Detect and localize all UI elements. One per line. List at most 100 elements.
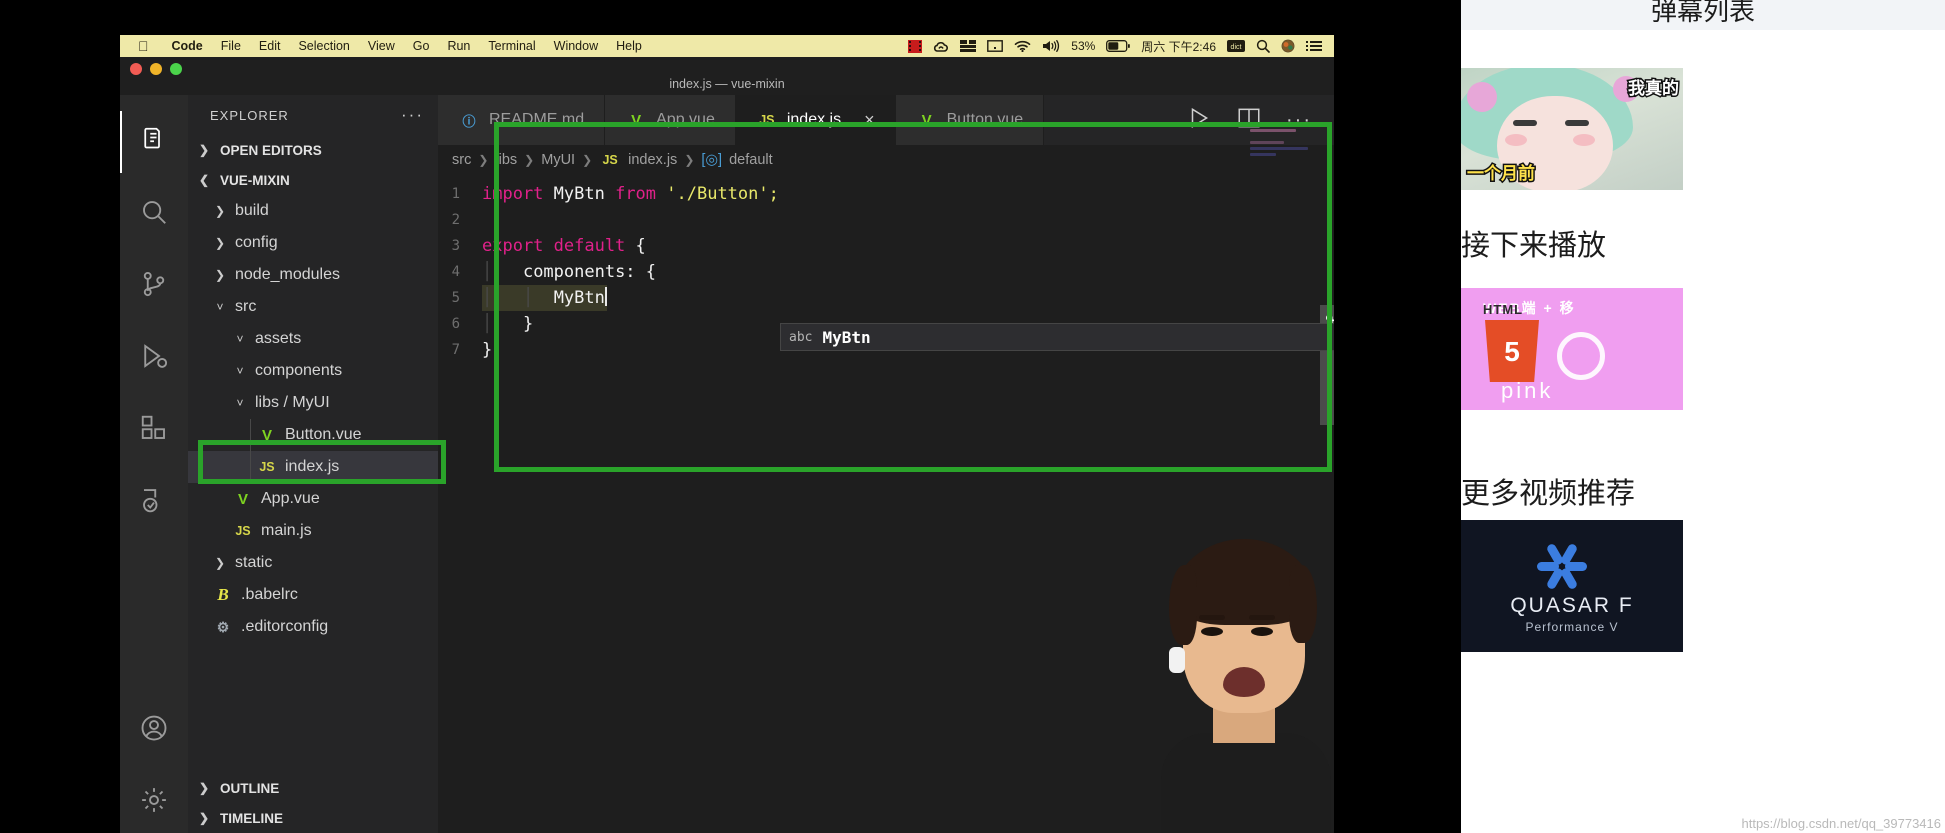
breadcrumb-myui[interactable]: MyUI [541, 152, 575, 168]
code-text: │ } [482, 314, 534, 334]
video-card-html5[interactable]: WEB端 + 移 HTML 5 pink [1461, 288, 1683, 410]
close-button[interactable] [130, 63, 142, 75]
activity-source-control[interactable] [120, 255, 188, 317]
tree-item-editorconfig[interactable]: ⚙ .editorconfig [188, 611, 438, 643]
tab-button-vue[interactable]: V Button.vue [895, 95, 1045, 145]
tab-index-js[interactable]: JS index.js × [735, 95, 896, 145]
search-icon[interactable] [1256, 39, 1270, 53]
presenter-eye-right [1251, 627, 1273, 636]
chevron-right-icon: ❯ [684, 153, 695, 167]
breadcrumb-index-js[interactable]: index.js [628, 152, 677, 168]
minimap[interactable] [1250, 129, 1320, 159]
menu-item-help[interactable]: Help [607, 39, 651, 53]
section-timeline[interactable]: ❯ TIMELINE [188, 803, 438, 833]
section-project-root[interactable]: ❮ VUE-MIXIN [188, 165, 438, 195]
dict-icon[interactable]: dict [1227, 40, 1245, 52]
menu-item-edit[interactable]: Edit [250, 39, 290, 53]
section-timeline-label: TIMELINE [220, 810, 283, 826]
section-open-editors[interactable]: ❯ OPEN EDITORS [188, 135, 438, 165]
chevron-right-icon: ❯ [214, 268, 226, 282]
activity-run-debug[interactable] [120, 327, 188, 389]
activity-extensions[interactable] [120, 399, 188, 461]
tree-item-assets[interactable]: ˅ assets [188, 323, 438, 355]
menu-item-selection[interactable]: Selection [289, 39, 358, 53]
menu-item-go[interactable]: Go [404, 39, 439, 53]
code-line-current: 5 │ │ MyBtn [438, 285, 1334, 311]
tab-close-icon[interactable]: × [864, 110, 875, 131]
chevron-down-icon: ˅ [236, 396, 244, 410]
tree-item-babelrc[interactable]: B .babelrc [188, 579, 438, 611]
tab-app-vue[interactable]: V App.vue [605, 95, 736, 145]
menu-item-run[interactable]: Run [438, 39, 479, 53]
line-number: 4 [451, 264, 460, 280]
wifi-icon[interactable] [1014, 40, 1031, 52]
video-card-featured[interactable]: 我真的 一个月前 [1461, 68, 1683, 190]
chevron-down-icon: ˅ [236, 364, 244, 378]
airplay-icon[interactable] [987, 40, 1004, 52]
tree-item-config[interactable]: ❯ config [188, 227, 438, 259]
activity-settings[interactable] [120, 771, 188, 833]
siri-icon[interactable] [1281, 39, 1295, 53]
chevron-right-icon: ❯ [214, 236, 226, 250]
tree-item-static[interactable]: ❯ static [188, 547, 438, 579]
breadcrumb-default[interactable]: default [729, 152, 773, 168]
breadcrumb-src[interactable]: src [452, 152, 471, 168]
play-icon[interactable] [1186, 105, 1212, 136]
chevron-right-icon: ❯ [198, 811, 210, 825]
battery-icon[interactable] [1106, 40, 1131, 52]
film-icon[interactable] [908, 39, 923, 53]
vscode-window:  Code File Edit Selection View Go Run T… [120, 35, 1334, 833]
menu-item-terminal[interactable]: Terminal [479, 39, 544, 53]
tab-readme-md[interactable]: ⓘ README.md [438, 95, 606, 145]
apple-icon[interactable]:  [138, 39, 149, 53]
tree-item-label: src [235, 298, 257, 315]
minimize-button[interactable] [150, 63, 162, 75]
activity-search[interactable] [120, 183, 188, 245]
menu-item-code[interactable]: Code [163, 39, 212, 53]
window-title: index.js — vue-mixin [669, 77, 785, 91]
tree-item-main-js[interactable]: JS main.js [188, 515, 438, 547]
danmaku-list-header[interactable]: 弹幕列表 [1461, 0, 1945, 30]
menu-item-view[interactable]: View [359, 39, 404, 53]
tree-item-button-vue[interactable]: V Button.vue [188, 419, 438, 451]
file-tree: ❯ build ❯ config ❯ node_modules ˅ src ˅ [188, 195, 438, 643]
tree-item-libs-myui[interactable]: ˅ libs / MyUI [188, 387, 438, 419]
explorer-more-actions[interactable]: ··· [401, 105, 424, 125]
volume-icon[interactable] [1042, 40, 1060, 52]
autocomplete-popup[interactable]: abc MyBtn [780, 323, 1334, 351]
tree-item-build[interactable]: ❯ build [188, 195, 438, 227]
js-icon: JS [759, 113, 775, 127]
activity-accounts[interactable] [120, 699, 188, 761]
tree-item-components[interactable]: ˅ components [188, 355, 438, 387]
chevron-right-icon: ❯ [524, 153, 535, 167]
control-center-icon[interactable] [1306, 40, 1322, 52]
account-icon [139, 713, 169, 748]
breadcrumb-libs[interactable]: libs [495, 152, 517, 168]
csdn-watermark: https://blog.csdn.net/qq_39773416 [1741, 816, 1942, 831]
activity-remote[interactable] [120, 471, 188, 533]
code-text: } [482, 340, 493, 360]
search-icon [139, 197, 169, 232]
video-card-quasar[interactable]: QUASAR F Performance V [1461, 520, 1683, 652]
tree-item-label: assets [255, 330, 302, 347]
menu-item-file[interactable]: File [212, 39, 250, 53]
tree-item-label: index.js [285, 458, 340, 475]
editor-tab-bar: ⓘ README.md V App.vue JS index.js × V Bu… [438, 95, 1334, 145]
cloud-icon[interactable] [933, 40, 949, 53]
menu-item-window[interactable]: Window [545, 39, 607, 53]
tree-item-node-modules[interactable]: ❯ node_modules [188, 259, 438, 291]
js-icon: JS [259, 460, 275, 474]
section-outline[interactable]: ❯ OUTLINE [188, 773, 438, 803]
zoom-button[interactable] [170, 63, 182, 75]
presenter-eye-left [1201, 627, 1223, 636]
tree-item-index-js[interactable]: JS index.js [188, 451, 438, 483]
tree-item-src[interactable]: ˅ src [188, 291, 438, 323]
tree-item-app-vue[interactable]: V App.vue [188, 483, 438, 515]
activity-explorer[interactable] [120, 111, 188, 173]
code-line: 3 export default { [438, 233, 1334, 259]
screenshot-root:  Code File Edit Selection View Go Run T… [0, 0, 1945, 833]
info-icon: ⓘ [462, 113, 476, 129]
autocomplete-item-label[interactable]: MyBtn [822, 328, 870, 347]
layers-icon[interactable] [960, 40, 977, 52]
run-debug-icon [139, 341, 169, 376]
